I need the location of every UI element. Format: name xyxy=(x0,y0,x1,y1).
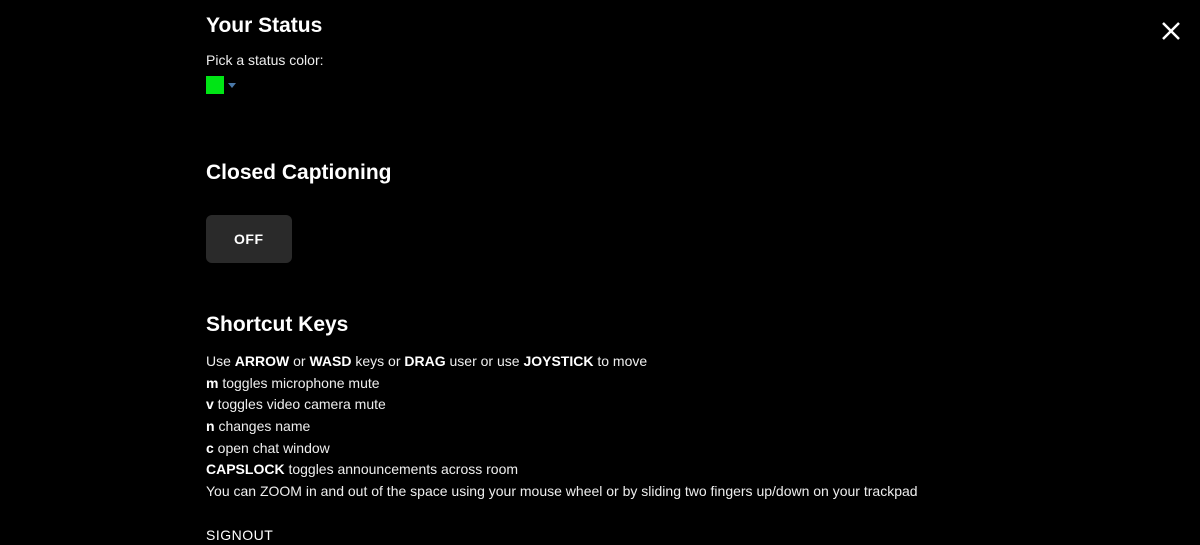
shortcut-chat: c open chat window xyxy=(206,438,1200,460)
status-color-swatch xyxy=(206,76,224,94)
shortcut-move: Use ARROW or WASD keys or DRAG user or u… xyxy=(206,351,1200,373)
status-color-picker[interactable] xyxy=(206,76,236,94)
status-color-label: Pick a status color: xyxy=(206,52,1200,68)
status-heading: Your Status xyxy=(206,14,1200,38)
status-section: Your Status Pick a status color: xyxy=(206,14,1200,99)
shortcuts-heading: Shortcut Keys xyxy=(206,313,1200,337)
shortcut-zoom: You can ZOOM in and out of the space usi… xyxy=(206,481,1200,503)
shortcut-name: n changes name xyxy=(206,416,1200,438)
cc-toggle-button[interactable]: OFF xyxy=(206,215,292,263)
close-button[interactable] xyxy=(1160,20,1182,42)
shortcut-video: v toggles video camera mute xyxy=(206,394,1200,416)
chevron-down-icon xyxy=(228,83,236,88)
shortcut-keys-section: Shortcut Keys Use ARROW or WASD keys or … xyxy=(206,313,1200,545)
signout-link[interactable]: SIGNOUT xyxy=(206,527,273,543)
closed-captioning-section: Closed Captioning OFF xyxy=(206,161,1200,263)
shortcut-mic: m toggles microphone mute xyxy=(206,373,1200,395)
close-icon xyxy=(1160,20,1182,42)
shortcut-capslock: CAPSLOCK toggles announcements across ro… xyxy=(206,459,1200,481)
cc-heading: Closed Captioning xyxy=(206,161,1200,185)
